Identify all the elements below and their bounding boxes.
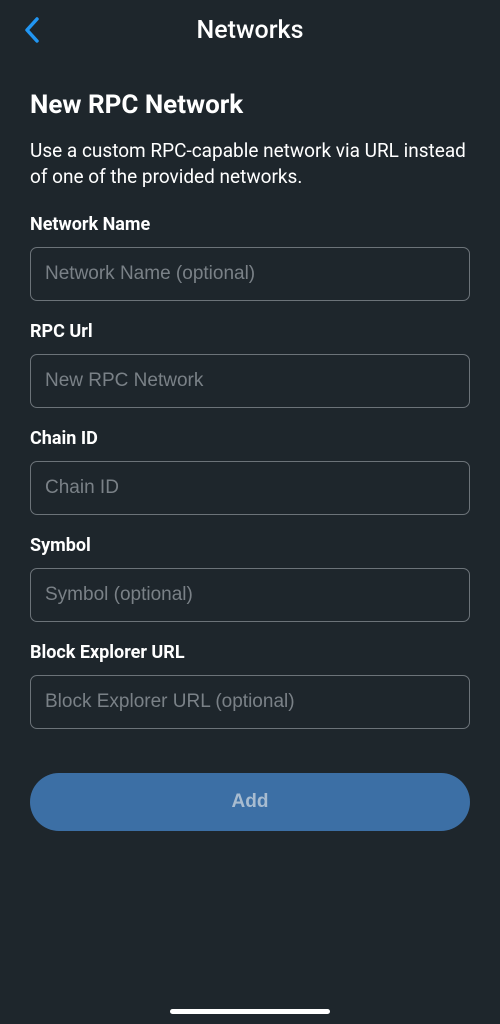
- page-title: New RPC Network: [30, 90, 470, 120]
- home-indicator: [170, 1009, 330, 1014]
- symbol-input[interactable]: [30, 568, 470, 622]
- chain-id-input[interactable]: [30, 461, 470, 515]
- form-group-block-explorer-url: Block Explorer URL: [30, 642, 470, 729]
- form-group-chain-id: Chain ID: [30, 428, 470, 515]
- form-group-rpc-url: RPC Url: [30, 321, 470, 408]
- header: Networks: [0, 0, 500, 60]
- network-name-input[interactable]: [30, 247, 470, 301]
- content: New RPC Network Use a custom RPC-capable…: [0, 60, 500, 831]
- page-description: Use a custom RPC-capable network via URL…: [30, 138, 470, 190]
- chevron-left-icon: [24, 17, 40, 43]
- form-group-symbol: Symbol: [30, 535, 470, 622]
- add-button[interactable]: Add: [30, 773, 470, 831]
- rpc-url-input[interactable]: [30, 354, 470, 408]
- rpc-url-label: RPC Url: [30, 321, 470, 342]
- header-title: Networks: [197, 16, 304, 45]
- block-explorer-url-input[interactable]: [30, 675, 470, 729]
- network-name-label: Network Name: [30, 214, 470, 235]
- chain-id-label: Chain ID: [30, 428, 470, 449]
- back-button[interactable]: [20, 18, 44, 42]
- form-group-network-name: Network Name: [30, 214, 470, 301]
- block-explorer-url-label: Block Explorer URL: [30, 642, 470, 663]
- symbol-label: Symbol: [30, 535, 470, 556]
